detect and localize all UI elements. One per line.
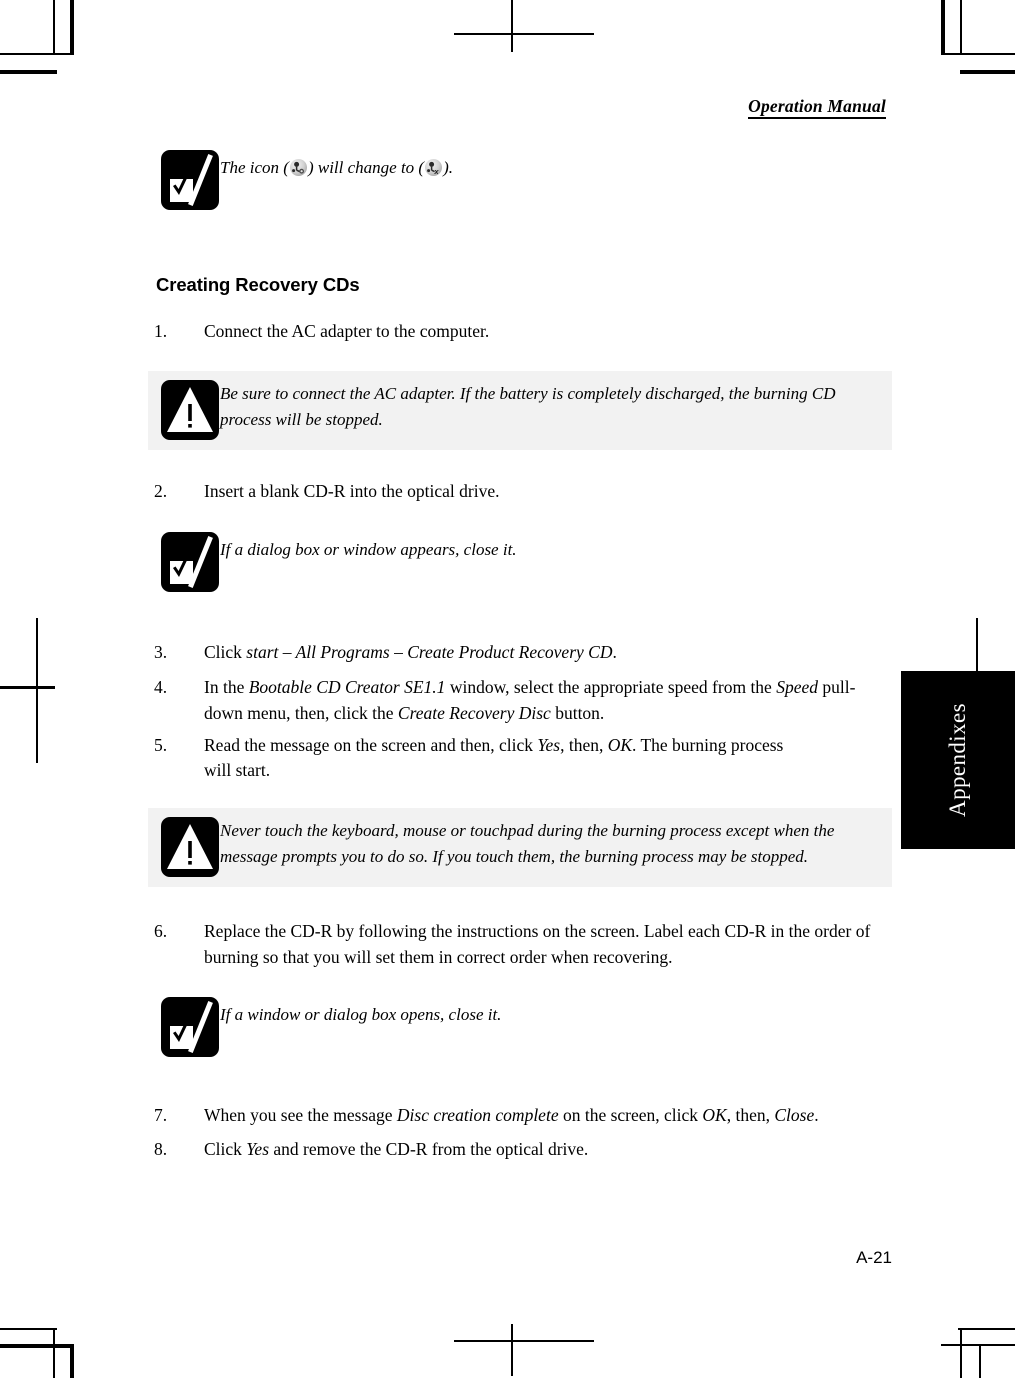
step-item-4: 4. In the Bootable CD Creator SE1.1 wind… <box>148 675 892 726</box>
step-text-run: . <box>814 1105 819 1126</box>
step-item-6: 6. Replace the CD-R by following the ins… <box>148 919 892 970</box>
safely-remove-hardware-icon <box>289 159 307 176</box>
callout-icon-slot <box>148 150 220 210</box>
step-text-run: , then, <box>726 1105 775 1126</box>
step-text-emphasis: Bootable CD Creator SE1.1 <box>248 677 446 698</box>
step-text-run: and remove the CD-R from the optical dri… <box>269 1139 589 1160</box>
step-text-emphasis: Speed <box>776 677 818 698</box>
step-text-run: Connect the AC adapter to the computer. <box>204 321 490 341</box>
step-number: 1. <box>154 321 168 341</box>
step-text-run: Read the message on the screen and then,… <box>204 734 538 755</box>
step-text: Insert a blank CD-R into the optical dri… <box>204 479 892 505</box>
registration-mark-left <box>0 618 60 778</box>
side-tab-appendixes: Appendixes <box>901 671 1015 849</box>
note-text-after: ). <box>443 158 454 177</box>
registration-mark-right <box>976 618 978 674</box>
step-text-run: . <box>612 642 617 663</box>
step-item-8: 8. Click Yes and remove the CD-R from th… <box>148 1137 892 1163</box>
step-item-7: 7. When you see the message Disc creatio… <box>148 1103 892 1129</box>
step-text: Click Yes and remove the CD-R from the o… <box>204 1137 892 1163</box>
callout-note-text: If a dialog box or window appears, close… <box>220 540 517 560</box>
callout-note-window-close: If a window or dialog box opens, close i… <box>148 991 892 1065</box>
step-text-run: When you see the message <box>204 1105 397 1126</box>
step-text-emphasis: start – All Programs – Create Product Re… <box>246 642 613 663</box>
step-number: 3. <box>154 642 168 663</box>
side-tab-label: Appendixes <box>945 703 970 817</box>
step-text-emphasis: OK <box>607 734 633 755</box>
step-number: 2. <box>154 480 168 501</box>
callout-note-dialog-close: If a dialog box or window appears, close… <box>148 526 892 600</box>
registration-mark-bottom <box>440 1322 594 1378</box>
note-text-before: The icon ( <box>220 158 289 177</box>
step-item-3: 3. Click start – All Programs – Create P… <box>148 640 892 666</box>
step-text-run: button. <box>550 702 605 723</box>
section-heading: Creating Recovery CDs <box>156 274 360 295</box>
crop-mark-top-right <box>935 0 1015 76</box>
checkmark-glyph <box>173 552 191 578</box>
callout-icon-slot <box>148 997 220 1058</box>
callout-icon-slot <box>148 532 220 593</box>
page-content: The icon ( ) will change to ( x). Creat… <box>148 130 892 1163</box>
note-check-icon <box>161 532 219 593</box>
step-text-run: Replace the CD-R by following the instru… <box>204 921 871 967</box>
step-text-run: Click <box>204 1139 247 1160</box>
callout-warning-never-touch: Never touch the keyboard, mouse or touch… <box>148 808 892 888</box>
page-number: A-21 <box>856 1248 892 1267</box>
callout-warning-ac-adapter: Be sure to connect the AC adapter. If th… <box>148 370 892 450</box>
step-number: 6. <box>154 921 168 942</box>
callout-icon-slot <box>148 379 220 440</box>
step-text-emphasis: Create Recovery Disc <box>397 702 551 723</box>
checkmark-glyph <box>173 170 191 195</box>
step-text-run: on the screen, click <box>558 1105 703 1126</box>
callout-note-text: The icon ( ) will change to ( x). <box>220 150 892 181</box>
step-text: Connect the AC adapter to the computer. <box>204 319 892 345</box>
step-text-run: In the <box>204 677 249 698</box>
step-number: 7. <box>154 1105 168 1126</box>
svg-text:x: x <box>433 167 439 176</box>
step-text-run: Insert a blank CD-R into the optical dri… <box>204 480 500 501</box>
warning-triangle-icon <box>161 379 219 440</box>
page-header: Operation Manual <box>148 96 886 119</box>
step-item-5: 5. Read the message on the screen and th… <box>148 733 892 784</box>
step-item-1: 1. Connect the AC adapter to the compute… <box>148 319 892 345</box>
step-number: 5. <box>154 734 168 755</box>
registration-mark-top <box>440 0 594 56</box>
callout-note-icon-change: The icon ( ) will change to ( x). <box>148 144 892 218</box>
callout-note-text: If a window or dialog box opens, close i… <box>220 1005 502 1025</box>
page-header-title: Operation Manual <box>748 96 886 119</box>
step-text-emphasis: OK <box>702 1105 727 1126</box>
step-text-run: window, select the appropriate speed fro… <box>445 677 777 698</box>
note-check-icon <box>161 150 219 210</box>
note-text-middle: ) will change to ( <box>307 158 425 177</box>
note-check-icon <box>161 997 219 1058</box>
step-text: When you see the message Disc creation c… <box>204 1103 892 1129</box>
crop-mark-top-left <box>0 0 80 76</box>
callout-icon-slot <box>148 817 220 878</box>
callout-warning-text: Be sure to connect the AC adapter. If th… <box>220 383 836 429</box>
step-text-emphasis: Yes <box>537 734 561 755</box>
step-number: 4. <box>154 677 168 698</box>
step-text: Replace the CD-R by following the instru… <box>204 919 892 970</box>
step-number: 8. <box>154 1139 168 1160</box>
warning-triangle-icon <box>161 817 219 878</box>
step-text-run: Click <box>204 642 247 663</box>
step-text-emphasis: Close <box>774 1105 815 1126</box>
step-text-emphasis: Disc creation complete <box>396 1105 559 1126</box>
safely-remove-hardware-stop-icon: x <box>425 159 443 176</box>
manual-page: Operation Manual The icon () will chang… <box>0 0 1015 1378</box>
step-item-2: 2. Insert a blank CD-R into the optical … <box>148 479 892 505</box>
checkmark-glyph <box>173 1017 191 1043</box>
crop-mark-bottom-right <box>935 1302 1015 1378</box>
step-text-run: , then, <box>560 734 608 755</box>
step-text-emphasis: Yes <box>246 1139 270 1160</box>
step-text: In the Bootable CD Creator SE1.1 window,… <box>204 675 892 726</box>
step-text: Read the message on the screen and then,… <box>204 733 892 784</box>
callout-warning-text: Never touch the keyboard, mouse or touch… <box>220 821 835 866</box>
step-text: Click start – All Programs – Create Prod… <box>204 640 892 666</box>
crop-mark-bottom-left <box>0 1302 80 1378</box>
